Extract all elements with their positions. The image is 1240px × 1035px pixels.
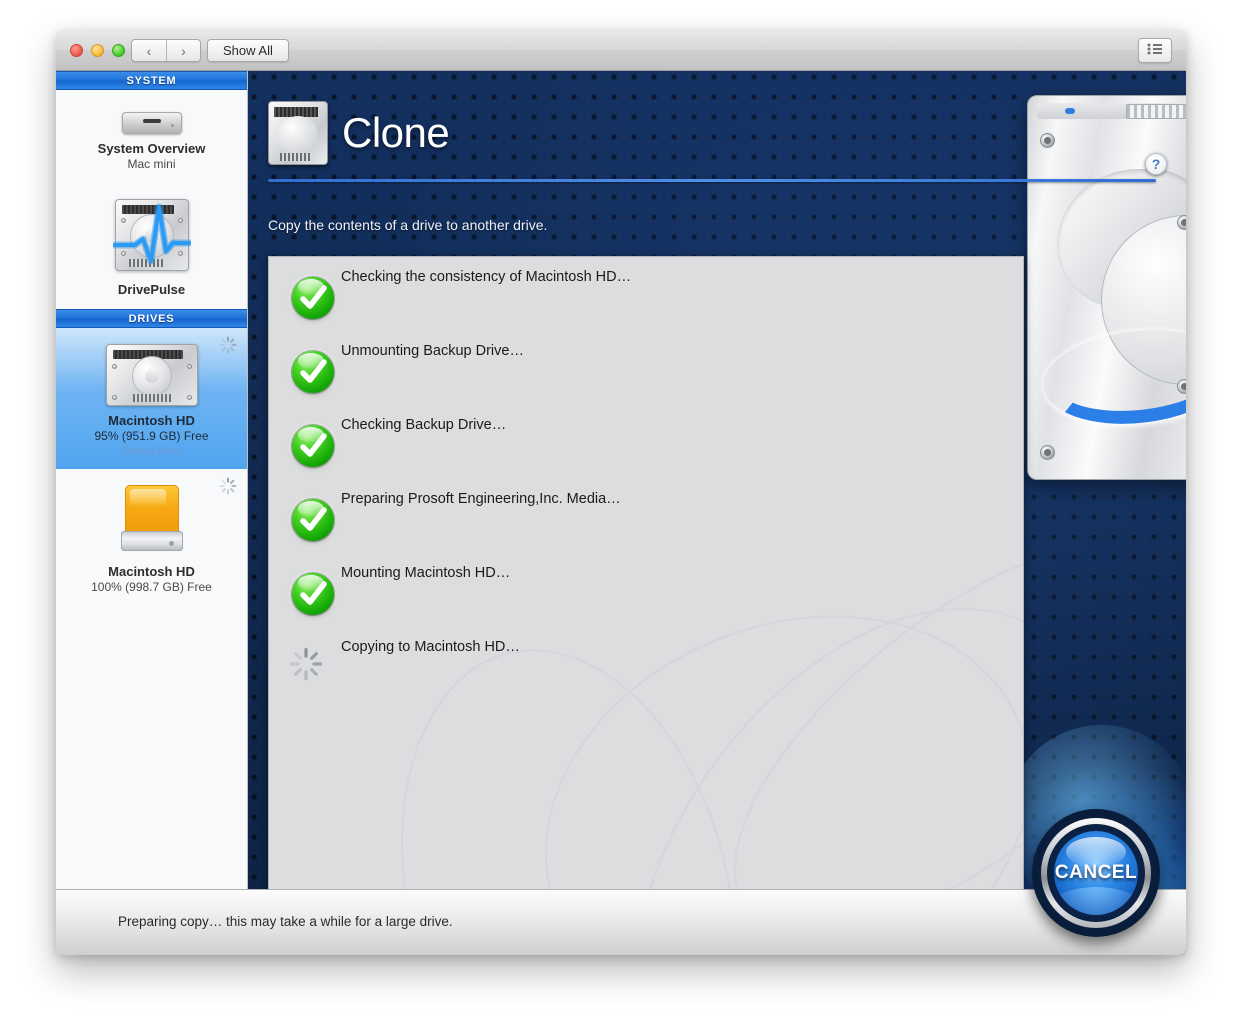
zoom-button[interactable] (112, 44, 125, 57)
header-divider (268, 179, 1156, 182)
external-hard-drive-icon (121, 485, 183, 557)
sidebar-section-header-drives: DRIVES (56, 309, 247, 328)
app-window: ‹ › Show All SYSTEM (56, 30, 1186, 955)
list-view-icon (1147, 42, 1163, 60)
list-view-button[interactable] (1138, 38, 1172, 63)
check-icon (287, 495, 339, 547)
task-label: Unmounting Backup Drive… (341, 343, 524, 359)
show-all-button[interactable]: Show All (207, 39, 289, 62)
sidebar-item-tinytext: Startup Drive (62, 445, 241, 457)
hard-drive-icon (268, 101, 328, 165)
task-row: Copying to Macintosh HD… (269, 633, 1023, 707)
main-content: Clone ? Copy the contents of a drive to … (248, 71, 1186, 955)
task-label: Mounting Macintosh HD… (341, 565, 510, 581)
drivepulse-icon (113, 199, 191, 275)
sidebar: SYSTEM System Overview Mac mini (56, 71, 248, 955)
task-row: Checking Backup Drive… (269, 411, 1023, 485)
busy-spinner-icon (219, 477, 237, 495)
task-list-panel: Checking the consistency of Macintosh HD… (268, 256, 1024, 901)
task-row: Mounting Macintosh HD… (269, 559, 1023, 633)
sidebar-item-label: Macintosh HD (62, 564, 241, 579)
sidebar-item-macintosh-hd-external[interactable]: Macintosh HD 100% (998.7 GB) Free (56, 469, 247, 606)
sidebar-item-label: System Overview (62, 141, 241, 156)
window-titlebar: ‹ › Show All (56, 30, 1186, 71)
busy-spinner-icon (219, 336, 237, 354)
help-icon[interactable]: ? (1145, 153, 1167, 175)
task-row: Unmounting Backup Drive… (269, 337, 1023, 411)
sidebar-section-header-system: SYSTEM (56, 71, 247, 90)
check-icon (287, 421, 339, 473)
window-body: SYSTEM System Overview Mac mini (56, 71, 1186, 955)
sidebar-item-drivepulse[interactable]: DrivePulse (56, 183, 247, 309)
screenshot-root: ‹ › Show All SYSTEM (0, 0, 1240, 1035)
task-row: Checking the consistency of Macintosh HD… (269, 263, 1023, 337)
sidebar-item-subtext: 100% (998.7 GB) Free (62, 580, 241, 594)
cancel-button[interactable]: CANCEL (1032, 809, 1160, 937)
sidebar-item-subtext: Mac mini (62, 157, 241, 171)
sidebar-item-macintosh-hd-internal[interactable]: Macintosh HD 95% (951.9 GB) Free Startup… (56, 328, 247, 469)
forward-button[interactable]: › (166, 40, 200, 61)
page-title: Clone (342, 109, 449, 157)
sidebar-item-subtext: 95% (951.9 GB) Free (62, 429, 241, 443)
task-list: Checking the consistency of Macintosh HD… (269, 257, 1023, 707)
navigation-segmented-control: ‹ › (131, 39, 201, 62)
cancel-button-label: CANCEL (1055, 862, 1137, 884)
traffic-lights (70, 44, 125, 57)
progress-spinner-icon (289, 647, 323, 681)
internal-hard-drive-icon (106, 344, 198, 406)
status-message: Preparing copy… this may take a while fo… (118, 914, 453, 929)
check-icon (287, 569, 339, 621)
minimize-button[interactable] (91, 44, 104, 57)
check-icon (287, 273, 339, 325)
sidebar-item-system-overview[interactable]: System Overview Mac mini (56, 90, 247, 183)
close-button[interactable] (70, 44, 83, 57)
mac-mini-icon (122, 112, 182, 134)
task-label: Checking Backup Drive… (341, 417, 506, 433)
task-label: Preparing Prosoft Engineering,Inc. Media… (341, 491, 621, 507)
sidebar-item-label: DrivePulse (62, 282, 241, 297)
page-subtitle: Copy the contents of a drive to another … (268, 217, 547, 233)
task-row: Preparing Prosoft Engineering,Inc. Media… (269, 485, 1023, 559)
sidebar-item-label: Macintosh HD (62, 413, 241, 428)
check-icon (287, 347, 339, 399)
task-label: Checking the consistency of Macintosh HD… (341, 269, 631, 285)
back-button[interactable]: ‹ (132, 40, 166, 61)
status-bar: Preparing copy… this may take a while fo… (56, 889, 1186, 955)
page-header: Clone ? (268, 89, 1156, 209)
task-label: Copying to Macintosh HD… (341, 639, 520, 655)
